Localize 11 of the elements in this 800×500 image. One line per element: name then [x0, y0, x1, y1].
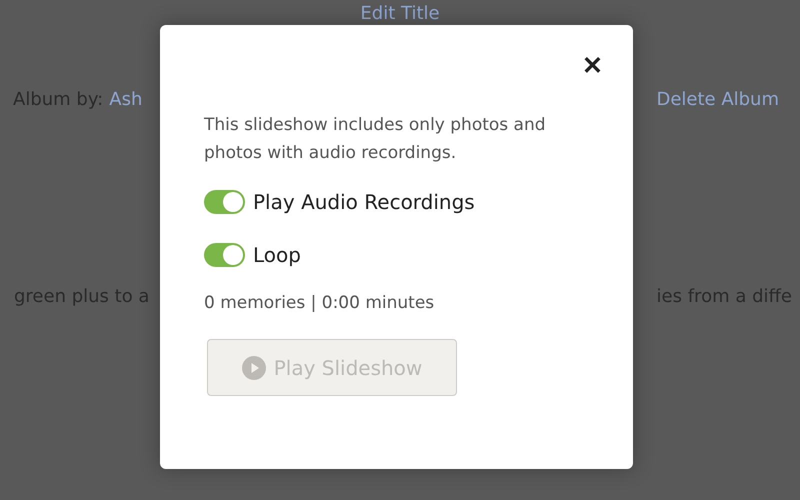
author-link[interactable]: Ash	[109, 89, 142, 110]
close-button[interactable]: ✕	[582, 52, 603, 80]
toggle-switch[interactable]	[204, 190, 245, 214]
play-icon	[242, 356, 266, 380]
toggle-label: Loop	[253, 243, 301, 267]
toggle-switch[interactable]	[204, 243, 245, 267]
toggle-label: Play Audio Recordings	[253, 190, 475, 214]
description-text: This slideshow includes only photos and photos with audio recordings.	[204, 114, 547, 165]
stats-text: 0 memories | 0:00 minutes	[204, 293, 436, 313]
delete-album-link[interactable]: Delete Album	[656, 89, 779, 110]
edit-title-link[interactable]: Edit Title	[360, 3, 440, 24]
